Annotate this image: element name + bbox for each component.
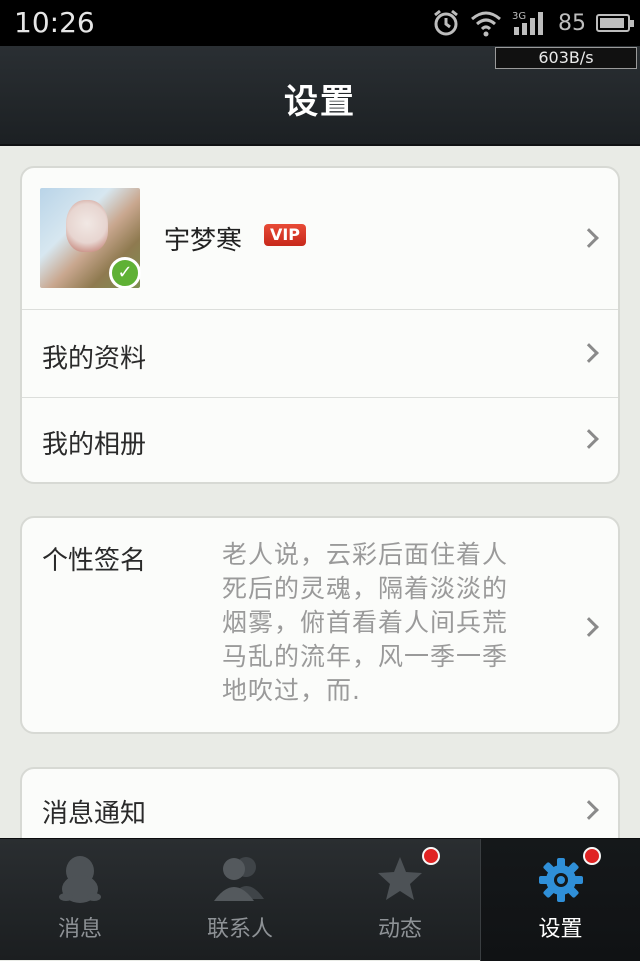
status-bar: 10:26 3G 85: [0, 0, 640, 46]
chevron-right-icon: [579, 228, 599, 248]
avatar: ✓: [40, 188, 141, 289]
battery-percentage: 85: [558, 10, 586, 36]
tab-settings[interactable]: 设置: [480, 839, 640, 961]
gear-icon: [538, 858, 583, 902]
tab-feed[interactable]: 动态: [320, 839, 480, 961]
signature-label: 个性签名: [42, 546, 147, 576]
contacts-icon: [214, 857, 264, 901]
chevron-right-icon: [579, 343, 599, 363]
status-time: 10:26: [14, 6, 95, 39]
verified-check-icon: ✓: [109, 257, 141, 289]
profile-row[interactable]: ✓ 宇梦寒 VIP: [22, 168, 618, 310]
svg-text:3G: 3G: [512, 11, 526, 22]
tab-label: 动态: [377, 917, 422, 942]
page-title: 设置: [284, 82, 356, 122]
chevron-right-icon: [579, 617, 599, 637]
chevron-right-icon: [579, 800, 599, 820]
signature-card[interactable]: 个性签名 老人说，云彩后面住着人死后的灵魂，隔着淡淡的烟雾，俯首看着人间兵荒马乱…: [20, 516, 620, 734]
avatar-face: [66, 200, 108, 252]
my-album-row[interactable]: 我的相册: [22, 398, 618, 482]
tab-label: 联系人: [206, 917, 273, 942]
tab-label: 设置: [538, 917, 583, 942]
notifications-label: 消息通知: [42, 799, 147, 829]
my-profile-label: 我的资料: [42, 344, 147, 374]
username: 宇梦寒: [164, 226, 243, 256]
vip-badge: VIP: [264, 224, 306, 246]
tab-label: 消息: [57, 917, 102, 942]
my-album-label: 我的相册: [42, 430, 147, 460]
star-icon: [378, 857, 422, 900]
settings-content[interactable]: ✓ 宇梦寒 VIP 我的资料 我的相册 个性签名 老人说，云彩后面住着人死后的灵…: [0, 148, 640, 867]
bottom-tab-bar: 消息 联系人 动态 设置: [0, 838, 640, 961]
tab-messages[interactable]: 消息: [0, 839, 160, 961]
chevron-right-icon: [579, 429, 599, 449]
notification-dot: [422, 847, 440, 865]
alarm-icon: [434, 9, 458, 36]
penguin-icon: [59, 856, 101, 903]
tab-contacts[interactable]: 联系人: [160, 839, 320, 961]
network-speed: 603B/s: [495, 47, 637, 69]
status-icons: 3G 85: [432, 6, 634, 40]
my-profile-row[interactable]: 我的资料: [22, 310, 618, 398]
battery-icon: [596, 14, 634, 32]
3g-signal-icon: 3G: [512, 11, 543, 35]
title-bar: 603B/s 设置: [0, 46, 640, 146]
notification-dot: [583, 847, 601, 865]
signature-text: 老人说，云彩后面住着人死后的灵魂，隔着淡淡的烟雾，俯首看着人间兵荒马乱的流年，风…: [222, 540, 509, 705]
profile-card: ✓ 宇梦寒 VIP 我的资料 我的相册: [20, 166, 620, 484]
wifi-icon: [471, 11, 501, 37]
